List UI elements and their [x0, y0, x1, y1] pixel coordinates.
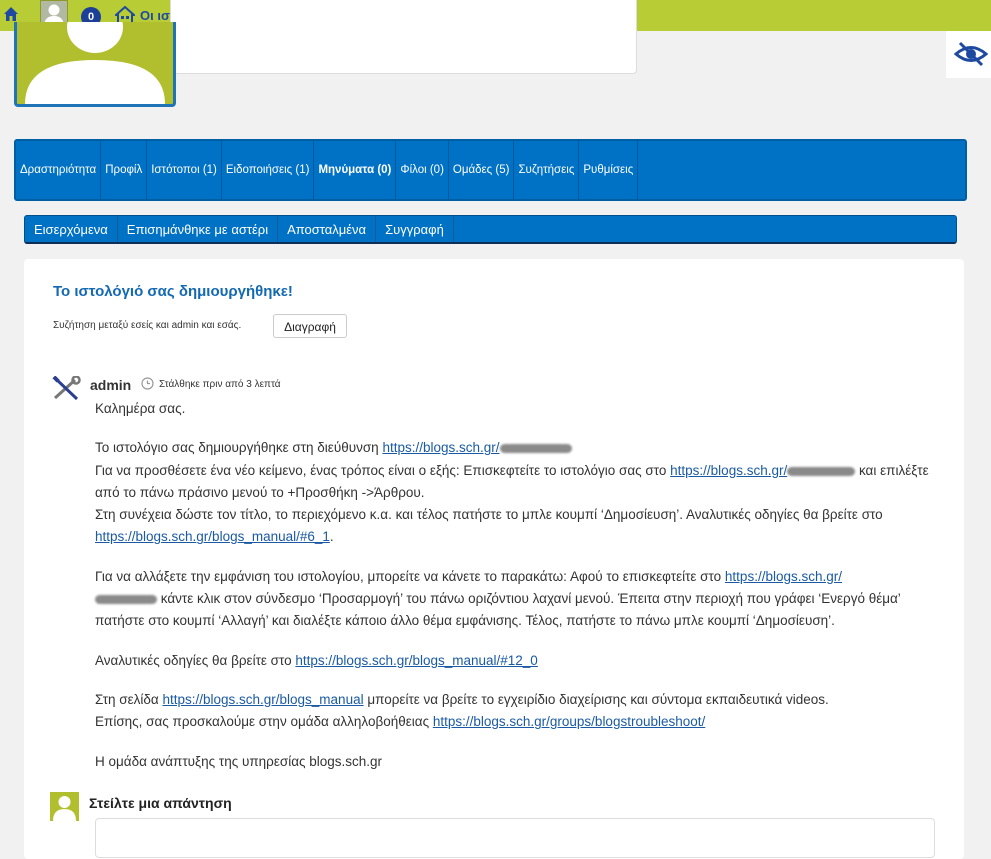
message-signature: Η ομάδα ανάπτυξης της υπηρεσίας blogs.sc… — [95, 753, 383, 769]
troubleshoot-group-link[interactable]: https://blogs.sch.gr/groups/blogstrouble… — [433, 714, 705, 729]
reply-textarea[interactable] — [95, 818, 935, 858]
clock-icon — [141, 377, 154, 390]
blog-url-link-2[interactable]: https://blogs.sch.gr/ — [670, 463, 856, 478]
messages-sub-nav: Εισερχόμενα Επισημάνθηκε με αστέρι Αποστ… — [24, 215, 957, 244]
nav-sites[interactable]: Ιστότοποι (1) — [147, 141, 222, 199]
thread-participants: Συζήτηση μεταξύ εσείς και admin και εσάς… — [53, 320, 242, 331]
blog-url-link[interactable]: https://blogs.sch.gr/ — [382, 440, 572, 455]
message-timestamp: Στάλθηκε πριν από 3 λεπτά — [159, 379, 281, 390]
tools-icon — [52, 376, 81, 401]
message-greeting: Καλημέρα σας. — [95, 401, 186, 416]
user-silhouette-icon — [25, 22, 165, 104]
profile-avatar[interactable] — [14, 22, 176, 107]
user-silhouette-icon — [53, 796, 76, 821]
message-paragraph: Αναλυτικές οδηγίες θα βρείτε στο https:/… — [95, 652, 538, 668]
nav-friends[interactable]: Φίλοι (0) — [396, 141, 449, 199]
reply-avatar — [50, 792, 79, 821]
message-paragraph: Για να αλλάξετε την εμφάνιση του ιστολογ… — [95, 568, 901, 629]
message-body: Καλημέρα σας. Το ιστολόγιο σας δημιουργή… — [95, 398, 945, 773]
tab-sent[interactable]: Αποσταλμένα — [278, 216, 377, 242]
reply-title: Στείλτε μια απάντηση — [89, 795, 232, 811]
message-paragraph: Στη σελίδα https://blogs.sch.gr/blogs_ma… — [95, 691, 829, 730]
nav-messages[interactable]: Μηνύματα (0) — [314, 141, 397, 199]
redacted-text — [787, 466, 856, 476]
nav-profile[interactable]: Προφίλ — [101, 141, 148, 199]
redacted-text — [95, 595, 157, 605]
nav-settings[interactable]: Ρυθμίσεις — [579, 141, 639, 199]
nav-groups[interactable]: Ομάδες (5) — [449, 141, 515, 199]
nav-notifications[interactable]: Ειδοποιήσεις (1) — [222, 141, 315, 199]
tab-inbox[interactable]: Εισερχόμενα — [25, 216, 118, 242]
message-author[interactable]: admin — [90, 377, 131, 393]
profile-main-nav: Δραστηριότητα Προφίλ Ιστότοποι (1) Ειδοπ… — [14, 139, 967, 201]
profile-header-card — [170, 0, 637, 74]
accessibility-toggle[interactable] — [946, 31, 991, 78]
redacted-text — [499, 444, 572, 454]
manual-link-6-1[interactable]: https://blogs.sch.gr/blogs_manual/#6_1 — [95, 529, 330, 544]
manual-link[interactable]: https://blogs.sch.gr/blogs_manual — [162, 692, 363, 707]
thread-title: Το ιστολόγιό σας δημιουργήθηκε! — [53, 283, 293, 300]
tab-starred[interactable]: Επισημάνθηκε με αστέρι — [118, 216, 279, 242]
home-icon[interactable] — [3, 6, 19, 22]
nav-activity[interactable]: Δραστηριότητα — [16, 141, 102, 199]
delete-button[interactable]: Διαγραφή — [273, 314, 347, 338]
manual-link-12-0[interactable]: https://blogs.sch.gr/blogs_manual/#12_0 — [295, 653, 537, 668]
eye-slash-icon — [954, 41, 988, 67]
nav-discussions[interactable]: Συζητήσεις — [514, 141, 580, 199]
message-paragraph: Το ιστολόγιο σας δημιουργήθηκε στη διεύθ… — [95, 440, 929, 545]
tab-compose[interactable]: Συγγραφή — [376, 216, 454, 242]
